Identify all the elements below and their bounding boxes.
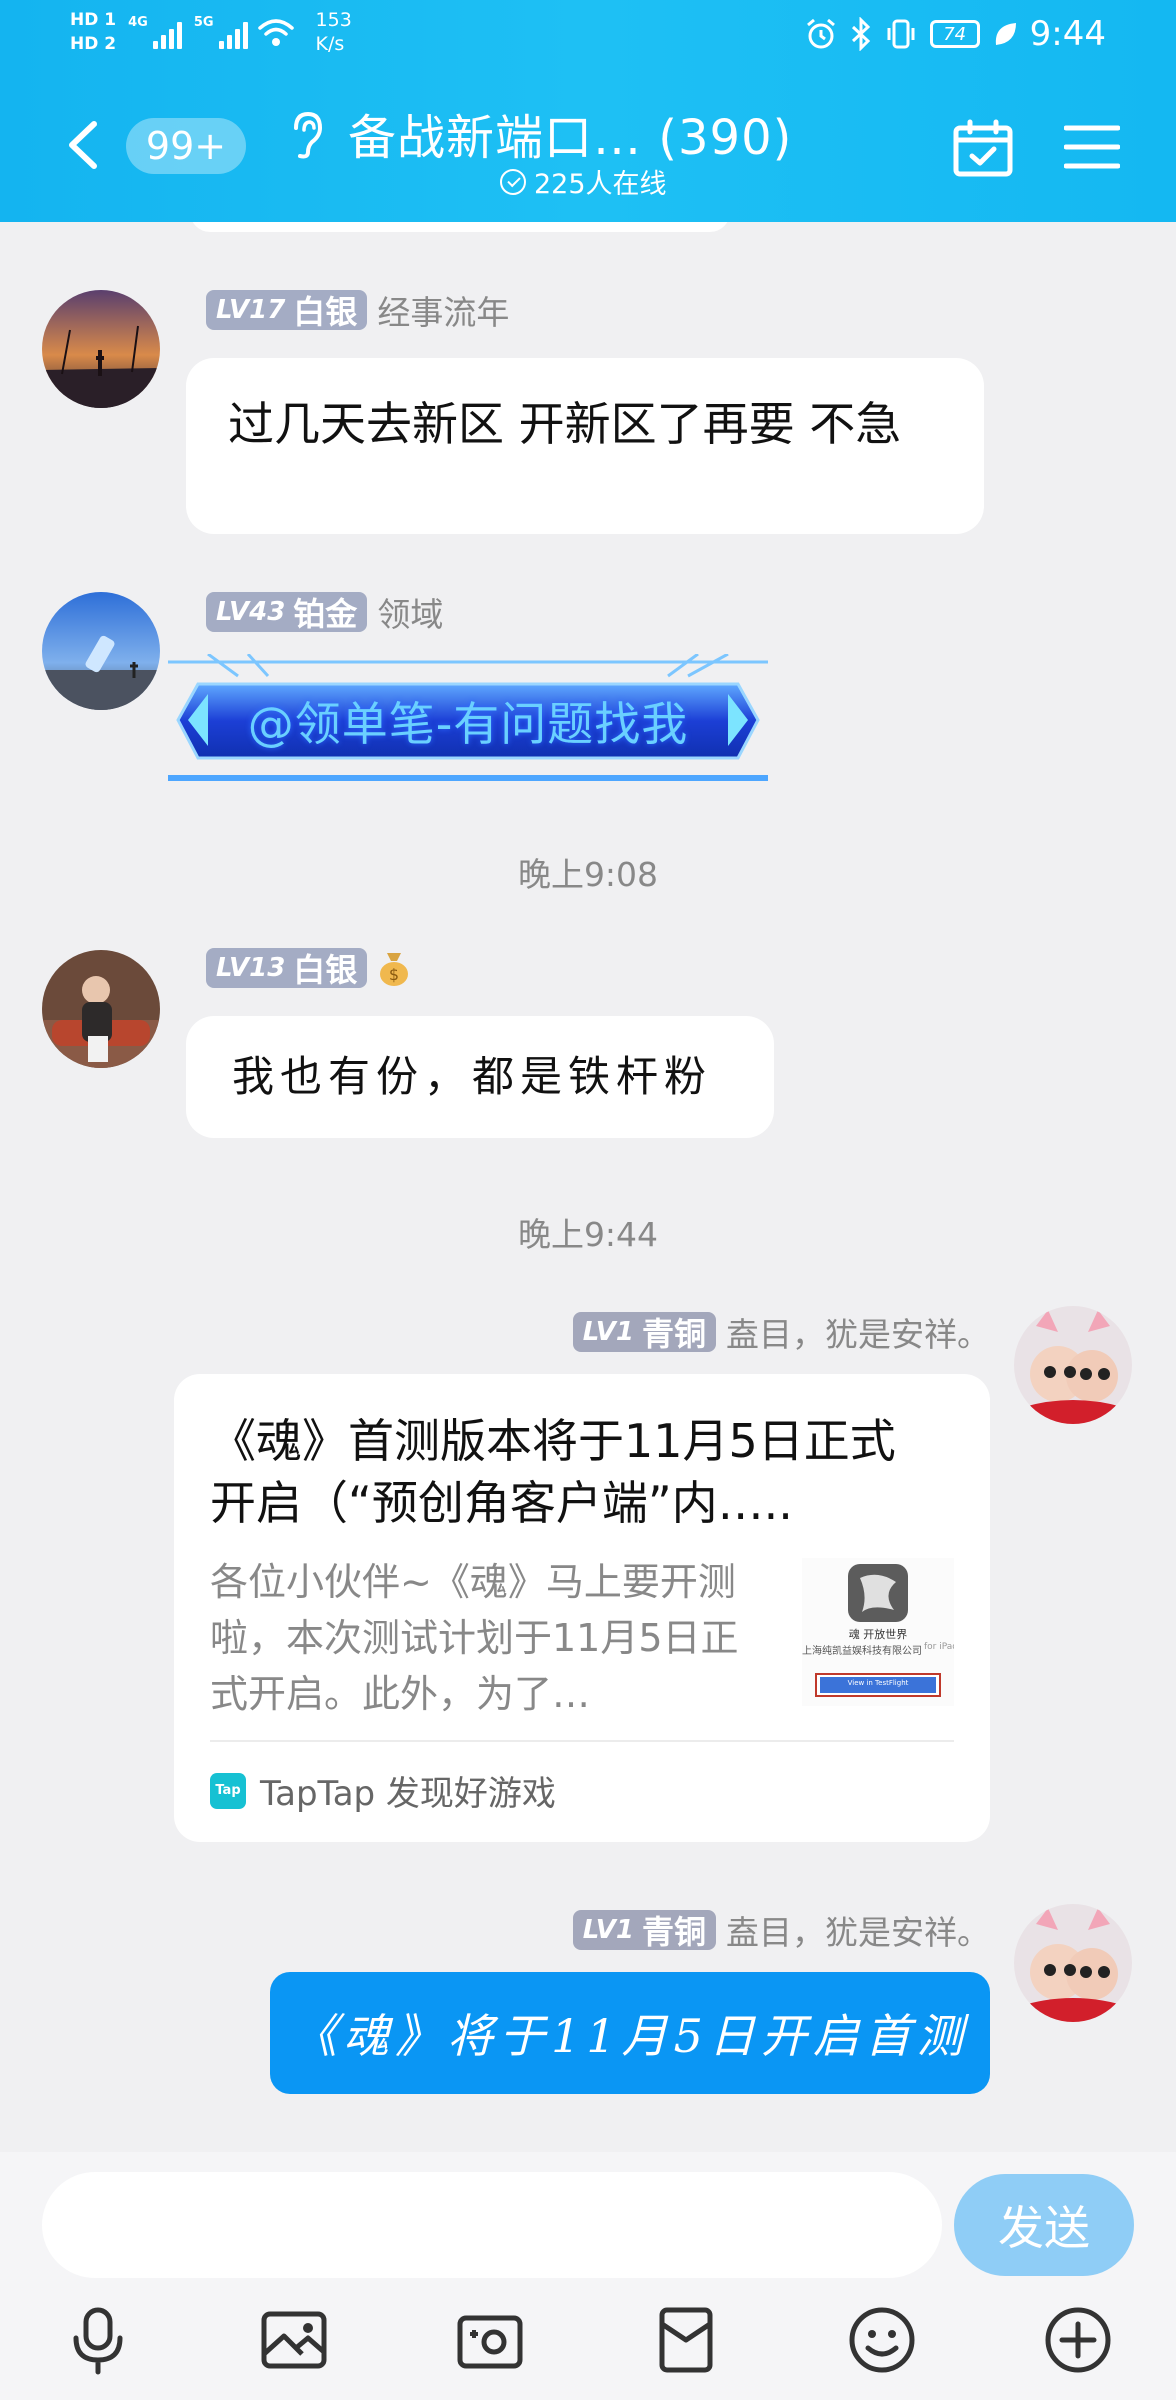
network-speed: 153 K/s	[315, 9, 352, 55]
online-check-icon	[500, 168, 526, 195]
battery-icon: 74	[929, 20, 980, 48]
level-tag: LV1 青铜	[572, 1312, 716, 1353]
calendar-check-icon[interactable]	[952, 118, 1014, 178]
sender-name: 盍目，犹是安祥。	[726, 1315, 990, 1354]
red-packet-icon[interactable]	[650, 2304, 722, 2376]
message-text: 我也有份，都是铁杆粉	[232, 1052, 713, 1101]
unread-badge[interactable]: 99+	[126, 118, 246, 174]
thumb-button-label: View in TestFlight	[847, 1679, 909, 1687]
sender-name-row: LV17 白银 经事流年	[206, 286, 509, 334]
thumb-caption-1: 魂 开放世界	[848, 1628, 908, 1641]
mention-text: @领单笔-有问题找我	[247, 697, 689, 751]
avatar[interactable]	[1014, 1306, 1132, 1424]
chat-title[interactable]: 备战新端口… (390)	[348, 98, 792, 168]
money-bag-icon: $	[380, 953, 409, 986]
card-thumbnail: 魂 开放世界 上海纯凯益娱科技有限公司 for iPad View in Tes…	[802, 1558, 954, 1706]
sender-name-row: LV1 青铜 盍目，犹是安祥。	[520, 1906, 990, 1954]
camera-icon[interactable]	[454, 2304, 526, 2376]
hd1-label: HD 1	[70, 10, 117, 30]
card-title: 《魂》首测版本将于11月5日正式开启（“预创角客户端”内…..	[210, 1414, 896, 1530]
level-tag: LV1 青铜	[572, 1910, 716, 1951]
time-separator: 晚上9:08	[517, 855, 659, 894]
level-tag: LV13 白银	[206, 948, 368, 989]
avatar[interactable]	[1014, 1904, 1132, 2022]
share-card[interactable]: 《魂》首测版本将于11月5日正式开启（“预创角客户端”内….. 各位小伙伴~《魂…	[174, 1374, 990, 1842]
input-area: 发送	[0, 2152, 1176, 2400]
alarm-icon	[806, 18, 835, 49]
svg-text:$: $	[389, 965, 399, 984]
sender-name: 经事流年	[377, 293, 510, 332]
mention-banner[interactable]: @领单笔-有问题找我	[168, 652, 768, 786]
hd2-label: HD 2	[70, 34, 117, 54]
avatar[interactable]	[42, 950, 160, 1068]
back-icon[interactable]	[62, 120, 106, 170]
image-icon[interactable]	[258, 2304, 330, 2376]
status-bar: HD 1 HD 2 4G 5G 153 K/s 74 9:44	[0, 0, 1176, 70]
signal-4g-icon: 4G	[128, 15, 182, 49]
wifi-icon	[257, 19, 294, 46]
level-tag: LV43 铂金	[206, 592, 368, 633]
bluetooth-icon	[851, 17, 870, 51]
leaf-icon	[995, 23, 1016, 45]
sender-name-row: LV43 铂金 领域	[206, 588, 443, 636]
sender-name: 盍目，犹是安祥。	[726, 1913, 990, 1952]
chat-header: HD 1 HD 2 4G 5G 153 K/s 74 9:44 99+ 备战新端…	[0, 0, 1176, 222]
thumb-caption-2: 上海纯凯益娱科技有限公司	[802, 1646, 922, 1657]
card-divider	[210, 1740, 954, 1742]
vibrate-icon	[887, 19, 915, 49]
message-text: 过几天去新区 开新区了再要 不急	[228, 397, 902, 451]
thumb-caption-3: for iPad	[924, 1642, 954, 1652]
online-count: 225人在线	[500, 162, 667, 201]
card-description: 各位小伙伴~《魂》马上要开测啦，本次测试计划于11月5日正式开启。此外，为了…	[210, 1560, 739, 1716]
message-bubble[interactable]: 我也有份，都是铁杆粉	[186, 1016, 774, 1138]
taptap-icon: Tap	[210, 1772, 246, 1809]
status-right: 74 9:44	[804, 14, 1106, 54]
nav-bar: 99+ 备战新端口… (390) 225人在线	[0, 96, 1176, 206]
avatar[interactable]	[42, 290, 160, 408]
menu-icon[interactable]	[1064, 124, 1120, 170]
time-separator: 晚上9:44	[517, 1215, 659, 1254]
sender-name-row: LV13 白银 $	[206, 948, 411, 989]
plus-icon[interactable]	[1042, 2304, 1114, 2376]
emoji-icon[interactable]	[846, 2304, 918, 2376]
message-bubble[interactable]: 过几天去新区 开新区了再要 不急	[186, 358, 984, 534]
input-toolbar	[0, 2298, 1176, 2388]
status-left: HD 1 HD 2 4G 5G 153 K/s	[70, 8, 352, 56]
card-source: Tap TapTap 发现好游戏	[210, 1766, 556, 1815]
message-bubble[interactable]: 《魂》将于11月5日开启首测	[270, 1972, 990, 2094]
signal-5g-icon: 5G	[194, 15, 248, 49]
previous-message-bubble	[190, 222, 730, 232]
level-tag: LV17 白银	[206, 290, 368, 331]
sender-name: 领域	[377, 595, 444, 634]
clock: 9:44	[1029, 14, 1106, 54]
message-input[interactable]	[42, 2172, 942, 2278]
chat-list[interactable]: LV17 白银 经事流年 过几天去新区 开新区了再要 不急 LV43 铂金 领域	[0, 222, 1176, 2152]
send-button[interactable]: 发送	[954, 2174, 1134, 2276]
microphone-icon[interactable]	[62, 2304, 134, 2376]
message-text: 《魂》将于11月5日开启首测	[291, 2009, 969, 2063]
avatar[interactable]	[42, 592, 160, 710]
sender-name-row: LV1 青铜 盍目，犹是安祥。	[520, 1308, 990, 1356]
ear-icon	[294, 111, 323, 159]
